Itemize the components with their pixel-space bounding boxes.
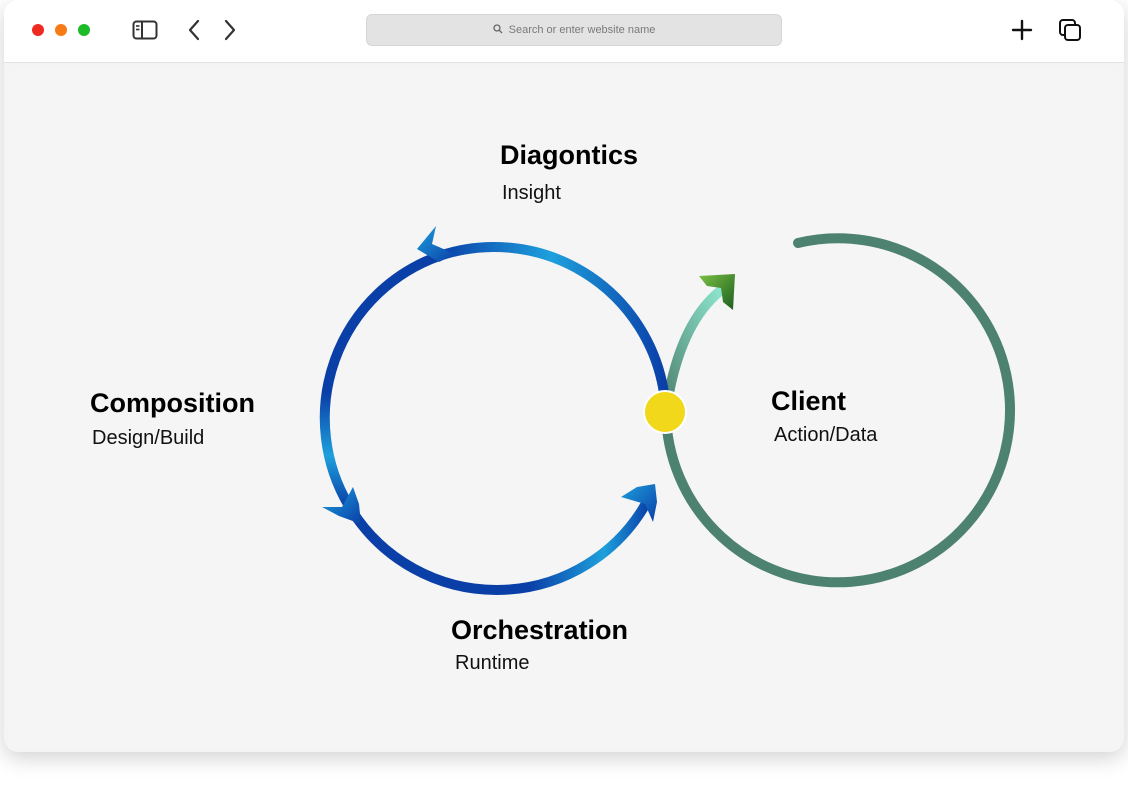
new-tab-icon[interactable] bbox=[1009, 17, 1035, 43]
main-loop-bottom-arc bbox=[344, 493, 654, 595]
node-composition-title: Composition bbox=[90, 388, 255, 418]
address-placeholder: Search or enter website name bbox=[508, 24, 656, 36]
node-client-title: Client bbox=[771, 386, 847, 416]
node-composition-subtitle: Design/Build bbox=[92, 427, 205, 449]
main-loop-left-arc bbox=[319, 251, 444, 511]
junction-dot bbox=[643, 390, 687, 434]
diagnostics-arrowhead bbox=[417, 226, 455, 262]
node-orchestration-subtitle: Runtime bbox=[455, 652, 530, 674]
address-bar[interactable]: Search or enter website name bbox=[366, 14, 782, 46]
node-diagnostics-subtitle: Insight bbox=[502, 182, 561, 204]
maximize-dot[interactable] bbox=[78, 24, 90, 36]
minimize-dot[interactable] bbox=[55, 24, 67, 36]
main-loop-top-arc bbox=[434, 241, 669, 398]
browser-toolbar: Search or enter website name bbox=[4, 0, 1124, 63]
node-client-subtitle: Action/Data bbox=[774, 424, 878, 446]
sidebar-icon[interactable] bbox=[132, 17, 158, 43]
browser-window: Search or enter website name Diagontics … bbox=[4, 0, 1124, 752]
forward-icon[interactable] bbox=[217, 17, 243, 43]
close-dot[interactable] bbox=[32, 24, 44, 36]
search-icon bbox=[492, 21, 503, 39]
node-diagnostics-title: Diagontics bbox=[500, 140, 639, 170]
page-content: Diagontics Insight Composition Design/Bu… bbox=[9, 66, 1119, 750]
tabs-overview-icon[interactable] bbox=[1057, 17, 1083, 43]
back-icon[interactable] bbox=[181, 17, 207, 43]
node-orchestration-title: Orchestration bbox=[451, 615, 629, 645]
